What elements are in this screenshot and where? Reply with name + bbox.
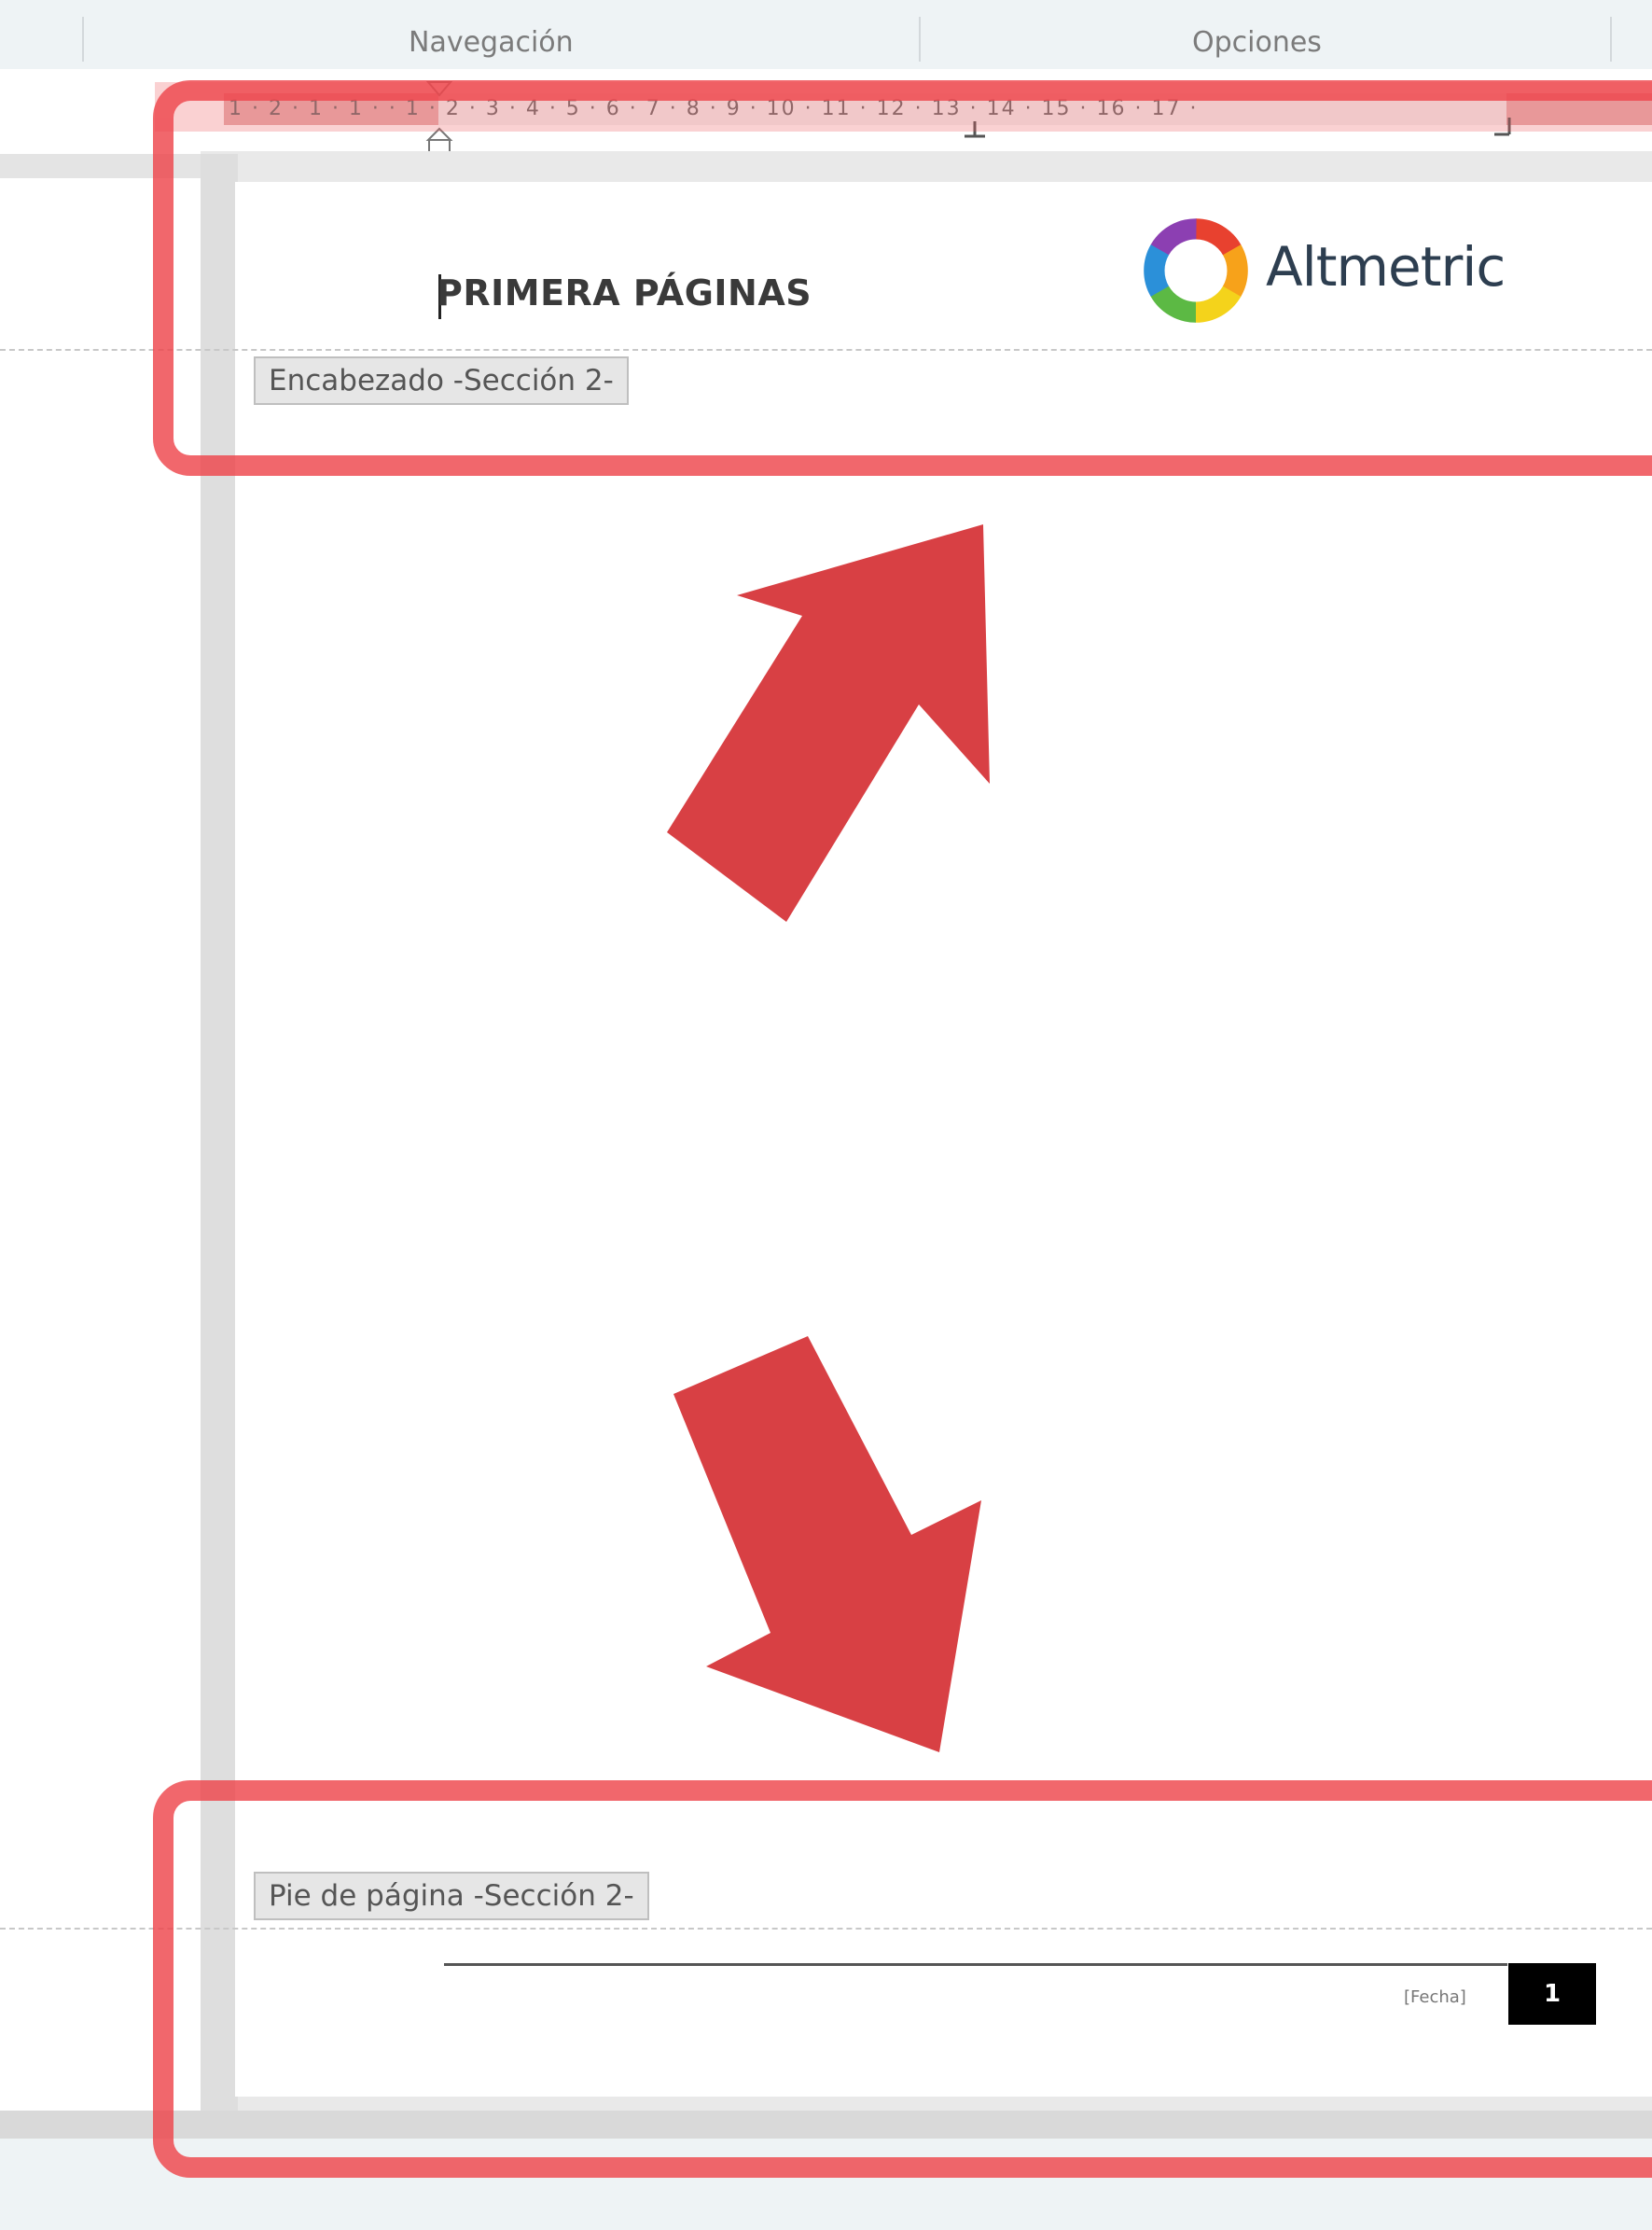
arrow-up-right-icon [667, 524, 990, 922]
arrow-down-right-icon [673, 1336, 981, 1752]
arrow-annotations [667, 524, 990, 1752]
